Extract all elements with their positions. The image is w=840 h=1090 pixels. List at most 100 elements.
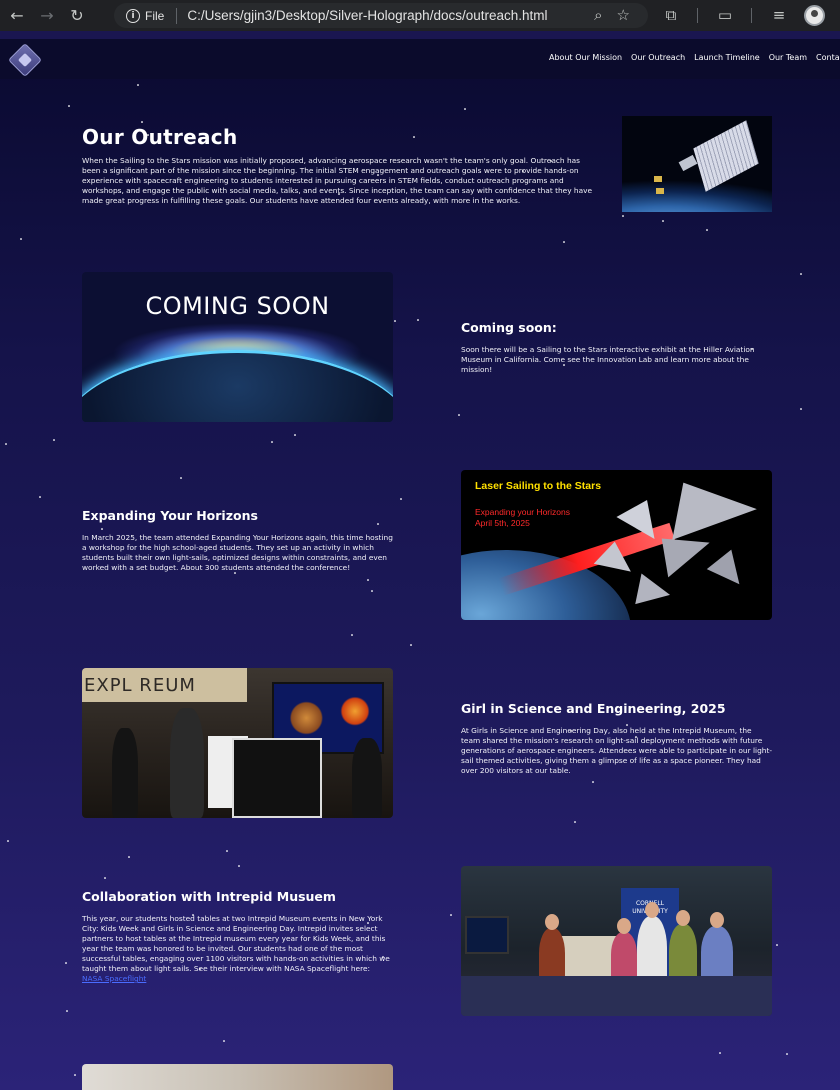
nav-link-about[interactable]: About Our Mission <box>549 53 622 62</box>
site-navbar: About Our Mission Our Outreach Launch Ti… <box>0 39 840 79</box>
star <box>464 108 466 110</box>
star <box>68 105 70 107</box>
url-text[interactable]: C:/Users/gjin3/Desktop/Silver-Holograph/… <box>187 8 547 23</box>
laser-image-date: April 5th, 2025 <box>475 518 530 528</box>
star <box>180 477 182 479</box>
face <box>645 902 659 918</box>
star <box>101 528 103 530</box>
face <box>617 918 631 934</box>
nav-link-outreach[interactable]: Our Outreach <box>631 53 685 62</box>
spacecraft-shape <box>656 188 664 194</box>
toolbar-divider <box>697 8 698 23</box>
star <box>800 408 802 410</box>
star <box>719 1052 721 1054</box>
person-silhouette <box>112 728 138 818</box>
star <box>410 644 412 646</box>
person-silhouette <box>170 708 204 818</box>
star <box>74 1074 76 1076</box>
star <box>776 944 778 946</box>
intrepid-team-photo: CORNELL UNIVERSITY <box>461 866 772 1016</box>
star <box>662 220 664 222</box>
nav-links: About Our Mission Our Outreach Launch Ti… <box>549 53 840 62</box>
intrepid-paragraph-text: This year, our students hosted tables at… <box>82 914 390 973</box>
star <box>450 914 452 916</box>
laser-image-event: Expanding your Horizons <box>475 507 570 517</box>
star <box>65 962 67 964</box>
gise-paragraph: At Girls in Science and Engineering Day,… <box>461 726 773 775</box>
eyh-heading: Expanding Your Horizons <box>82 508 258 523</box>
star <box>223 1040 225 1042</box>
address-bar[interactable]: i File C:/Users/gjin3/Desktop/Silver-Hol… <box>114 3 648 28</box>
browser-toolbar: ← → ↻ i File C:/Users/gjin3/Desktop/Silv… <box>0 0 840 31</box>
forward-arrow-icon[interactable]: → <box>34 3 60 29</box>
star <box>294 434 296 436</box>
star <box>137 84 139 86</box>
intrepid-paragraph: This year, our students hosted tables at… <box>82 914 394 984</box>
nasa-spaceflight-link[interactable]: NASA Spaceflight <box>82 974 146 983</box>
eyh-paragraph: In March 2025, the team attended Expandi… <box>82 533 393 572</box>
star <box>458 414 460 416</box>
star <box>104 877 106 879</box>
spacecraft-shape <box>678 154 698 172</box>
person-silhouette <box>611 932 637 982</box>
intro-paragraph: When the Sailing to the Stars mission wa… <box>82 156 593 205</box>
laser-sailing-image: Laser Sailing to the Stars Expanding you… <box>461 470 772 620</box>
gise-heading: Girl in Science and Engineering, 2025 <box>461 701 726 716</box>
info-icon[interactable]: i <box>126 8 140 23</box>
star <box>563 241 565 243</box>
star <box>20 238 22 240</box>
star <box>377 523 379 525</box>
star <box>53 439 55 441</box>
spacecraft-shape <box>654 176 662 182</box>
page-title: Our Outreach <box>82 125 238 149</box>
lightsail-shape <box>627 567 671 605</box>
star <box>371 590 373 592</box>
person-silhouette <box>352 738 382 818</box>
nav-link-timeline[interactable]: Launch Timeline <box>694 53 760 62</box>
star <box>800 273 802 275</box>
lightsail-satellite-image <box>622 116 772 212</box>
star <box>5 443 7 445</box>
zoom-icon[interactable]: ⌕ <box>594 6 602 24</box>
laser-image-title: Laser Sailing to the Stars <box>475 480 602 492</box>
next-section-photo <box>82 1064 393 1090</box>
back-arrow-icon[interactable]: ← <box>4 3 30 29</box>
display-table <box>461 976 772 1016</box>
star <box>592 781 594 783</box>
person-silhouette <box>669 924 697 984</box>
toolbar-divider <box>751 8 752 23</box>
star <box>413 136 415 138</box>
coming-soon-image-text: COMING SOON <box>145 292 330 320</box>
file-label: File <box>145 8 165 23</box>
display-monitor <box>465 916 509 954</box>
earth-horizon <box>82 350 393 422</box>
exploreum-banner: EXPL REUM <box>82 668 247 702</box>
face <box>545 914 559 930</box>
media-controls-icon[interactable]: ≡ <box>768 4 790 26</box>
nav-link-team[interactable]: Our Team <box>769 53 807 62</box>
reload-icon[interactable]: ↻ <box>64 3 90 29</box>
star <box>271 441 273 443</box>
star <box>400 498 402 500</box>
nav-link-contact[interactable]: Contact <box>816 53 840 62</box>
search-tabs-icon[interactable]: ▭ <box>714 4 736 26</box>
extensions-icon[interactable]: ⧉ <box>660 4 682 26</box>
intrepid-heading: Collaboration with Intrepid Musuem <box>82 889 336 904</box>
laser-image-subtitle: Expanding your Horizons April 5th, 2025 <box>475 507 570 529</box>
star <box>226 850 228 852</box>
bookmark-star-icon[interactable]: ☆ <box>617 6 630 24</box>
face <box>710 912 724 928</box>
coming-soon-paragraph: Soon there will be a Sailing to the Star… <box>461 345 755 374</box>
exploreum-banner-text: EXPL REUM <box>84 675 196 696</box>
star <box>238 865 240 867</box>
exploreum-photo: EXPL REUM <box>82 668 393 818</box>
profile-avatar[interactable] <box>804 5 825 26</box>
star <box>39 496 41 498</box>
star <box>141 121 143 123</box>
star <box>574 821 576 823</box>
face <box>676 910 690 926</box>
site-logo-icon[interactable] <box>8 43 42 77</box>
star <box>128 856 130 858</box>
lightsail-shape <box>693 120 759 192</box>
coming-soon-image: COMING SOON <box>82 272 393 422</box>
